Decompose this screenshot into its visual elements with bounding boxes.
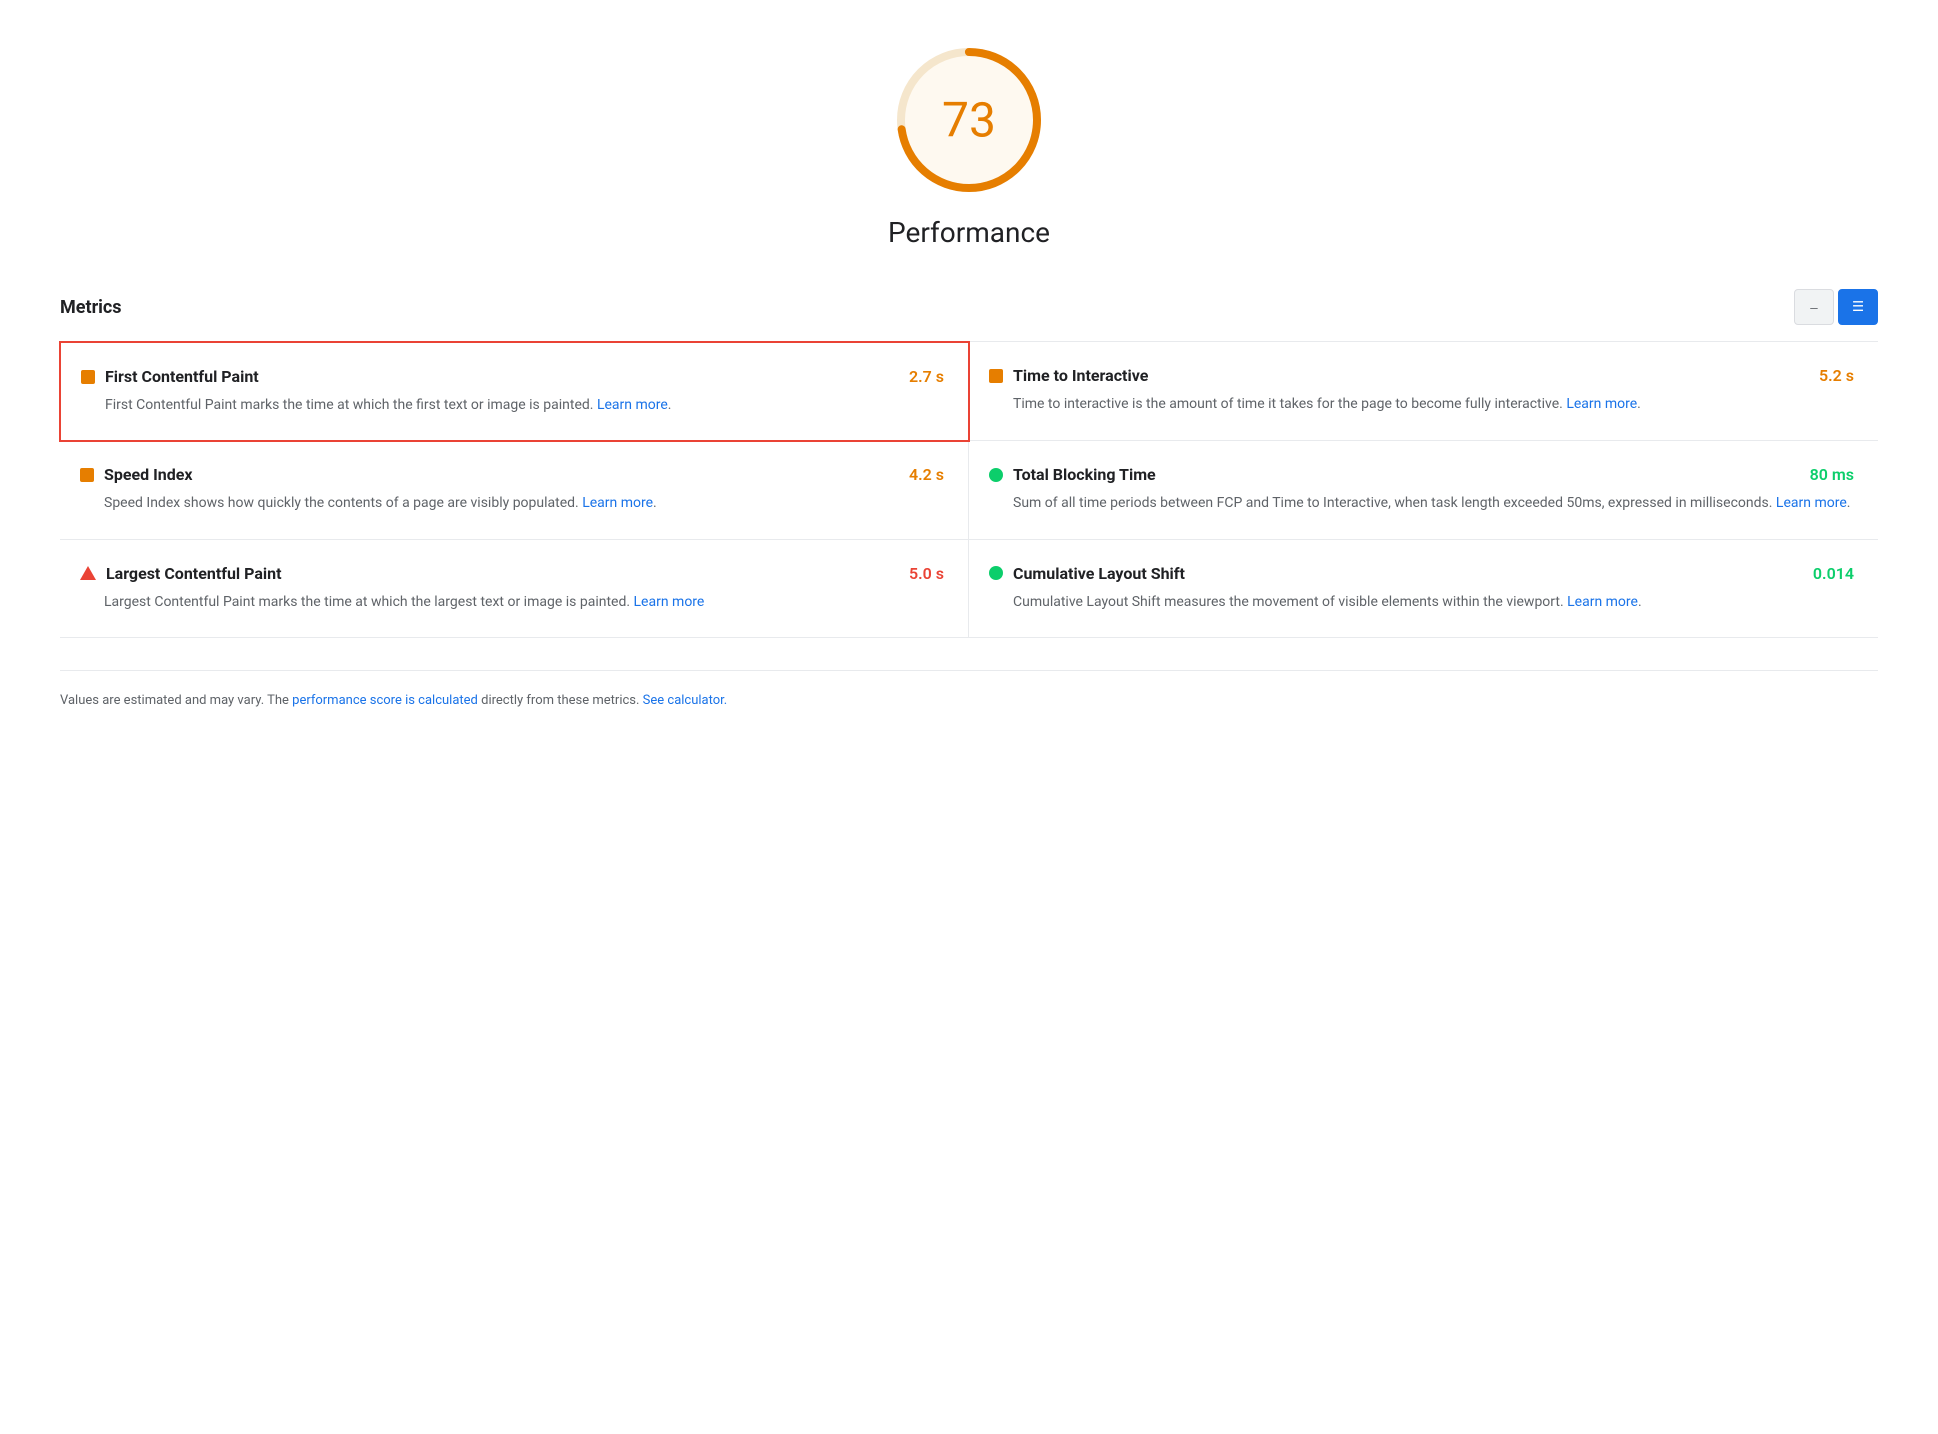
metric-value-si: 4.2 s xyxy=(909,465,944,484)
metric-name-tbt: Total Blocking Time xyxy=(1013,465,1156,484)
red-triangle-icon-lcp xyxy=(80,566,96,580)
list-view-button[interactable]: – xyxy=(1794,289,1834,325)
footer-text-before: Values are estimated and may vary. The xyxy=(60,693,292,708)
metric-description-cls: Cumulative Layout Shift measures the mov… xyxy=(1013,591,1854,613)
footer: Values are estimated and may vary. The p… xyxy=(60,670,1878,712)
metric-description-si: Speed Index shows how quickly the conten… xyxy=(104,492,944,514)
metric-card-tti: Time to Interactive 5.2 s Time to intera… xyxy=(969,342,1878,441)
learn-more-link-fcp[interactable]: Learn more xyxy=(597,397,668,413)
metric-header-tti: Time to Interactive 5.2 s xyxy=(989,366,1854,385)
orange-square-icon-tti xyxy=(989,369,1003,383)
metric-description-lcp: Largest Contentful Paint marks the time … xyxy=(104,591,944,613)
score-circle: 73 xyxy=(889,40,1049,200)
metric-name-fcp: First Contentful Paint xyxy=(105,367,259,386)
metric-name-cls: Cumulative Layout Shift xyxy=(1013,564,1185,583)
score-value: 73 xyxy=(942,92,996,149)
detail-view-button[interactable]: ☰ xyxy=(1838,289,1878,325)
metrics-grid: First Contentful Paint 2.7 s First Conte… xyxy=(60,341,1878,638)
orange-square-icon-fcp xyxy=(81,370,95,384)
metric-header-fcp: First Contentful Paint 2.7 s xyxy=(81,367,944,386)
metric-name-lcp: Largest Contentful Paint xyxy=(106,564,282,583)
metric-description-tbt: Sum of all time periods between FCP and … xyxy=(1013,492,1854,514)
metric-card-fcp: First Contentful Paint 2.7 s First Conte… xyxy=(59,341,970,442)
metric-card-lcp: Largest Contentful Paint 5.0 s Largest C… xyxy=(60,540,969,638)
metric-header-cls: Cumulative Layout Shift 0.014 xyxy=(989,564,1854,583)
metric-title-row-fcp: First Contentful Paint xyxy=(81,367,259,386)
view-toggle: – ☰ xyxy=(1794,289,1878,325)
metric-value-lcp: 5.0 s xyxy=(909,564,944,583)
metric-description-fcp: First Contentful Paint marks the time at… xyxy=(105,394,944,416)
score-section: 73 Performance xyxy=(60,40,1878,249)
metric-title-row-si: Speed Index xyxy=(80,465,193,484)
metric-name-si: Speed Index xyxy=(104,465,193,484)
list-icon: – xyxy=(1810,300,1817,315)
footer-link-calculator[interactable]: performance score is calculated xyxy=(292,693,478,708)
metric-title-row-lcp: Largest Contentful Paint xyxy=(80,564,282,583)
metric-header-si: Speed Index 4.2 s xyxy=(80,465,944,484)
metrics-label: Metrics xyxy=(60,297,122,318)
metric-title-row-cls: Cumulative Layout Shift xyxy=(989,564,1185,583)
green-circle-icon-cls xyxy=(989,566,1003,580)
learn-more-link-tbt[interactable]: Learn more xyxy=(1776,495,1847,511)
metric-title-row-tbt: Total Blocking Time xyxy=(989,465,1156,484)
metric-header-lcp: Largest Contentful Paint 5.0 s xyxy=(80,564,944,583)
learn-more-link-lcp[interactable]: Learn more xyxy=(634,594,705,610)
metric-description-tti: Time to interactive is the amount of tim… xyxy=(1013,393,1854,415)
green-circle-icon-tbt xyxy=(989,468,1003,482)
metric-card-cls: Cumulative Layout Shift 0.014 Cumulative… xyxy=(969,540,1878,638)
learn-more-link-cls[interactable]: Learn more xyxy=(1567,594,1638,610)
metric-card-si: Speed Index 4.2 s Speed Index shows how … xyxy=(60,441,969,539)
orange-square-icon-si xyxy=(80,468,94,482)
metric-value-tbt: 80 ms xyxy=(1810,465,1854,484)
footer-link-see-calculator[interactable]: See calculator. xyxy=(643,693,728,708)
metric-name-tti: Time to Interactive xyxy=(1013,366,1148,385)
learn-more-link-tti[interactable]: Learn more xyxy=(1566,396,1637,412)
detail-icon: ☰ xyxy=(1852,299,1864,315)
metrics-header: Metrics – ☰ xyxy=(60,289,1878,325)
footer-text-middle: directly from these metrics. xyxy=(478,693,643,708)
performance-title: Performance xyxy=(888,216,1050,249)
metric-title-row-tti: Time to Interactive xyxy=(989,366,1148,385)
metric-value-tti: 5.2 s xyxy=(1819,366,1854,385)
metric-card-tbt: Total Blocking Time 80 ms Sum of all tim… xyxy=(969,441,1878,539)
learn-more-link-si[interactable]: Learn more xyxy=(582,495,653,511)
metric-header-tbt: Total Blocking Time 80 ms xyxy=(989,465,1854,484)
metric-value-fcp: 2.7 s xyxy=(909,367,944,386)
metric-value-cls: 0.014 xyxy=(1813,564,1854,583)
